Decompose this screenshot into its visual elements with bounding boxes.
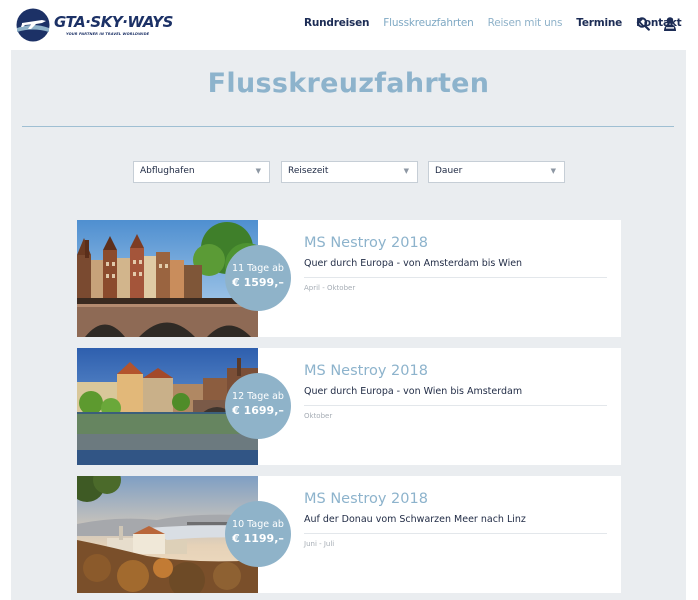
nav-item-termine[interactable]: Termine <box>576 17 622 29</box>
price-badge: 12 Tage ab € 1699,– <box>225 373 291 439</box>
price-badge: 11 Tage ab € 1599,– <box>225 245 291 311</box>
tour-card[interactable]: 11 Tage ab € 1599,– MS Nestroy 2018 Quer… <box>77 220 621 337</box>
tour-price: € 1699,– <box>232 404 284 417</box>
tour-card[interactable]: 12 Tage ab € 1699,– MS Nestroy 2018 Quer… <box>77 348 621 465</box>
nav-item-rundreisen[interactable]: Rundreisen <box>304 17 369 29</box>
tour-card[interactable]: 10 Tage ab € 1199,– MS Nestroy 2018 Auf … <box>77 476 621 593</box>
tour-price: € 1599,– <box>232 276 284 289</box>
price-badge: 10 Tage ab € 1199,– <box>225 501 291 567</box>
airplane-logo-icon <box>16 8 50 42</box>
chevron-down-icon: ▼ <box>550 167 556 175</box>
tour-title[interactable]: MS Nestroy 2018 <box>304 235 428 251</box>
card-divider <box>304 533 607 534</box>
filter-label: Reisezeit <box>288 166 329 176</box>
main-content: Flusskreuzfahrten Abflughafen ▼ Reisezei… <box>11 50 686 600</box>
tour-subtitle: Quer durch Europa - von Wien bis Amsterd… <box>304 386 523 397</box>
tour-duration: 11 Tage ab <box>232 263 284 274</box>
tour-price: € 1199,– <box>232 532 284 545</box>
chevron-down-icon: ▼ <box>255 167 261 175</box>
search-icon[interactable] <box>636 16 650 32</box>
filter-dauer[interactable]: Dauer ▼ <box>428 161 565 183</box>
main-nav: Rundreisen Flusskreuzfahrten Reisen mit … <box>304 17 682 29</box>
tour-period: Oktober <box>304 412 333 420</box>
filter-reisezeit[interactable]: Reisezeit ▼ <box>281 161 418 183</box>
tour-title[interactable]: MS Nestroy 2018 <box>304 363 428 379</box>
site-header: GTA·SKY·WAYS YOUR PARTNER IN TRAVEL WORL… <box>0 0 698 50</box>
nav-item-flusskreuzfahrten[interactable]: Flusskreuzfahrten <box>383 17 473 29</box>
filter-label: Dauer <box>435 166 463 176</box>
chevron-down-icon: ▼ <box>403 167 409 175</box>
brand-tagline: YOUR PARTNER IN TRAVEL WORLDWIDE <box>66 32 150 36</box>
card-divider <box>304 405 607 406</box>
filter-label: Abflughafen <box>140 166 195 176</box>
page-title: Flusskreuzfahrten <box>207 68 490 99</box>
filter-abflughafen[interactable]: Abflughafen ▼ <box>133 161 270 183</box>
tour-period: April - Oktober <box>304 284 356 292</box>
tour-title[interactable]: MS Nestroy 2018 <box>304 491 428 507</box>
title-divider <box>22 126 674 127</box>
nav-item-reisen-mit-uns[interactable]: Reisen mit uns <box>488 17 563 29</box>
tour-subtitle: Quer durch Europa - von Amsterdam bis Wi… <box>304 258 523 269</box>
tour-period: Juni - Juli <box>304 540 335 548</box>
user-icon[interactable] <box>663 16 677 32</box>
tour-subtitle: Auf der Donau vom Schwarzen Meer nach Li… <box>304 514 526 525</box>
tour-duration: 12 Tage ab <box>232 391 284 402</box>
tour-duration: 10 Tage ab <box>232 519 284 530</box>
card-divider <box>304 277 607 278</box>
brand-logo[interactable]: GTA·SKY·WAYS YOUR PARTNER IN TRAVEL WORL… <box>16 8 173 42</box>
brand-name: GTA·SKY·WAYS <box>54 13 173 31</box>
